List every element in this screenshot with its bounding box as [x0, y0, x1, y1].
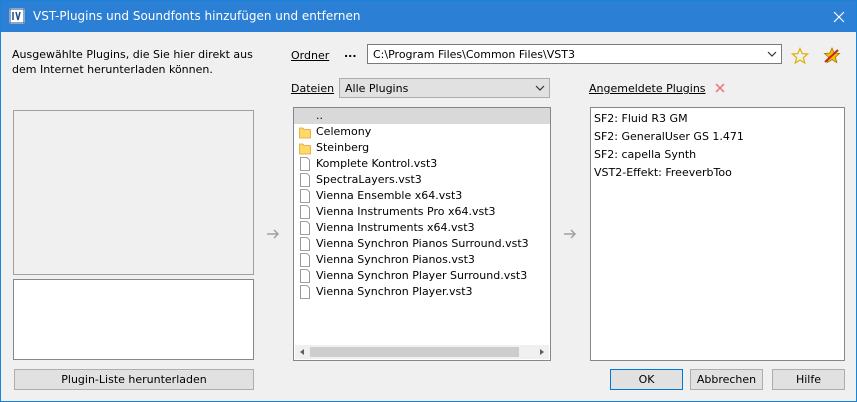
registered-plugin-item[interactable]: VST2-Effekt: FreeverbToo: [591, 164, 844, 182]
file-list-item-label: Steinberg: [316, 141, 370, 154]
file-icon: [300, 221, 310, 235]
close-button[interactable]: [822, 1, 856, 32]
chevron-down-icon: [767, 51, 777, 57]
cancel-button[interactable]: Abbrechen: [690, 369, 763, 390]
file-list-item[interactable]: Komplete Kontrol.vst3: [294, 156, 550, 172]
file-icon: [300, 173, 310, 187]
folder-icon: [299, 143, 311, 155]
file-list-item-label: Vienna Synchron Player Surround.vst3: [316, 269, 528, 282]
ok-button[interactable]: OK: [610, 369, 683, 390]
folder-path-value: C:\Program Files\Common Files\VST3: [373, 48, 575, 61]
file-list-item[interactable]: Vienna Synchron Player.vst3: [294, 284, 550, 300]
file-icon: [300, 237, 310, 251]
download-plugin-list-button[interactable]: Plugin-Liste herunterladen: [14, 369, 254, 390]
file-list-item[interactable]: Vienna Instruments Pro x64.vst3: [294, 204, 550, 220]
scroll-left-icon[interactable]: [298, 348, 306, 356]
file-list-item[interactable]: Vienna Synchron Player Surround.vst3: [294, 268, 550, 284]
delete-icon[interactable]: [714, 82, 726, 97]
plugin-info-panel: [13, 279, 254, 360]
file-list-item-label: Komplete Kontrol.vst3: [316, 157, 438, 170]
file-icon: [300, 253, 310, 267]
chevron-down-icon: [535, 85, 545, 91]
file-list-item-label: Vienna Instruments x64.vst3: [316, 221, 475, 234]
ok-label: OK: [638, 373, 655, 386]
file-list-item-label: Vienna Synchron Player.vst3: [316, 285, 473, 298]
help-label: Hilfe: [795, 373, 822, 386]
file-list-item[interactable]: Celemony: [294, 124, 550, 140]
file-icon: [300, 205, 310, 219]
registered-plugin-item[interactable]: SF2: Fluid R3 GM: [591, 110, 844, 128]
registered-plugins-list[interactable]: SF2: Fluid R3 GM SF2: GeneralUser GS 1.47…: [590, 107, 845, 361]
files-label: Dateien: [291, 82, 335, 95]
file-list-item[interactable]: Vienna Ensemble x64.vst3: [294, 188, 550, 204]
cancel-label: Abbrechen: [696, 373, 757, 386]
file-filter-combobox[interactable]: Alle Plugins: [339, 78, 550, 98]
file-filter-value: Alle Plugins: [345, 82, 409, 95]
file-icon: [300, 157, 310, 171]
registered-plugin-item[interactable]: SF2: capella Synth: [591, 146, 844, 164]
file-list-item[interactable]: SpectraLayers.vst3: [294, 172, 550, 188]
file-list-item[interactable]: ..: [294, 108, 550, 124]
file-list-item-label: Vienna Instruments Pro x64.vst3: [316, 205, 496, 218]
file-list-item-label: Vienna Ensemble x64.vst3: [316, 189, 463, 202]
file-list-item-label: ..: [316, 109, 323, 122]
file-list-item[interactable]: Vienna Synchron Pianos Surround.vst3: [294, 236, 550, 252]
registered-plugins-label: Angemeldete Plugins: [589, 82, 706, 95]
file-list[interactable]: .. Celemony Steinberg Komplete Kontrol.vst3…: [293, 107, 551, 361]
download-description: Ausgewählte Plugins, die Sie hier direkt…: [12, 48, 253, 76]
scrollbar-thumb[interactable]: [310, 347, 519, 357]
remove-favorite-icon[interactable]: [822, 46, 842, 69]
help-button[interactable]: Hilfe: [772, 369, 845, 390]
file-list-item-label: Vienna Synchron Pianos Surround.vst3: [316, 237, 529, 250]
close-icon: [833, 11, 845, 22]
file-list-item[interactable]: Vienna Synchron Pianos.vst3: [294, 252, 550, 268]
file-icon: [300, 189, 310, 203]
arrow-right-icon: [563, 228, 577, 243]
plugin-preview-panel: [13, 110, 254, 275]
file-list-item-label: Celemony: [316, 125, 372, 138]
folder-label: Ordner: [291, 49, 330, 62]
folder-icon: [299, 127, 311, 139]
dialog-window: VST-Plugins und Soundfonts hinzufügen un…: [0, 0, 857, 402]
title-bar[interactable]: VST-Plugins und Soundfonts hinzufügen un…: [1, 1, 856, 32]
folder-path-combobox[interactable]: C:\Program Files\Common Files\VST3: [367, 44, 782, 64]
download-plugin-list-label: Plugin-Liste herunterladen: [61, 373, 207, 386]
window-title: VST-Plugins und Soundfonts hinzufügen un…: [33, 9, 361, 23]
file-list-item-label: SpectraLayers.vst3: [316, 173, 422, 186]
file-list-item[interactable]: Vienna Instruments x64.vst3: [294, 220, 550, 236]
file-list-item-label: Vienna Synchron Pianos.vst3: [316, 253, 475, 266]
app-icon: [9, 8, 25, 24]
scroll-right-icon[interactable]: [538, 348, 546, 356]
browse-folder-button[interactable]: ...: [344, 47, 357, 60]
file-icon: [300, 285, 310, 299]
arrow-right-icon: [266, 228, 280, 243]
favorite-star-icon[interactable]: [790, 46, 810, 68]
file-list-item[interactable]: Steinberg: [294, 140, 550, 156]
file-icon: [300, 269, 310, 283]
horizontal-scrollbar[interactable]: [295, 345, 549, 359]
registered-plugin-item[interactable]: SF2: GeneralUser GS 1.471: [591, 128, 844, 146]
